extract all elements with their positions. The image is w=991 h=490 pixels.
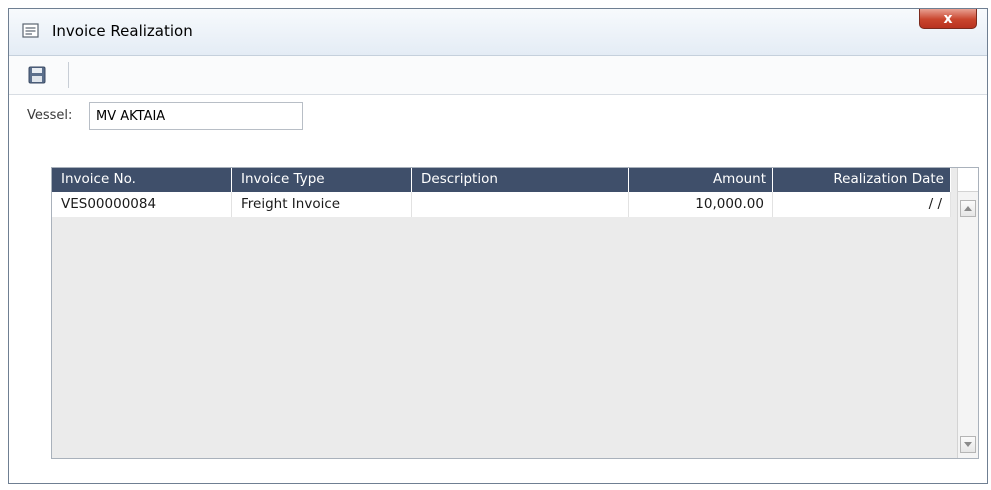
close-icon: x — [943, 10, 953, 27]
grid-header: Invoice No. Invoice Type Description Amo… — [52, 168, 951, 192]
cell-invoice-type[interactable]: Freight Invoice — [232, 192, 412, 217]
vessel-input[interactable] — [89, 102, 303, 130]
invoice-realization-window: Invoice Realization x Vessel: Invoice No… — [8, 8, 988, 484]
table-row[interactable]: VES00000084 Freight Invoice 10,000.00 / … — [52, 192, 951, 217]
chevron-up-icon — [964, 206, 972, 211]
title-bar[interactable]: Invoice Realization x — [9, 9, 987, 56]
vessel-label: Vessel: — [27, 108, 73, 123]
column-header-invoice-type[interactable]: Invoice Type — [232, 168, 412, 192]
column-header-realization-date[interactable]: Realization Date — [773, 168, 951, 192]
chevron-down-icon — [964, 442, 972, 447]
column-header-description[interactable]: Description — [412, 168, 629, 192]
scrollbar-header-cap — [958, 168, 978, 192]
toolbar-separator — [68, 62, 69, 88]
cell-amount[interactable]: 10,000.00 — [629, 192, 773, 217]
scroll-down-button[interactable] — [960, 436, 976, 453]
column-header-invoice-no[interactable]: Invoice No. — [52, 168, 232, 192]
window-icon — [22, 23, 39, 38]
window-title: Invoice Realization — [52, 22, 193, 40]
save-icon[interactable] — [28, 66, 46, 84]
cell-realization-date[interactable]: / / — [773, 192, 951, 217]
invoice-grid: Invoice No. Invoice Type Description Amo… — [51, 167, 979, 459]
form-area: Vessel: Invoice No. Invoice Type Descrip… — [9, 95, 987, 483]
cell-invoice-no[interactable]: VES00000084 — [52, 192, 232, 217]
vertical-scrollbar[interactable] — [957, 168, 978, 458]
cell-description[interactable] — [412, 192, 629, 217]
scroll-up-button[interactable] — [960, 200, 976, 217]
column-header-amount[interactable]: Amount — [629, 168, 773, 192]
toolbar — [9, 56, 987, 95]
close-button[interactable]: x — [919, 9, 977, 29]
